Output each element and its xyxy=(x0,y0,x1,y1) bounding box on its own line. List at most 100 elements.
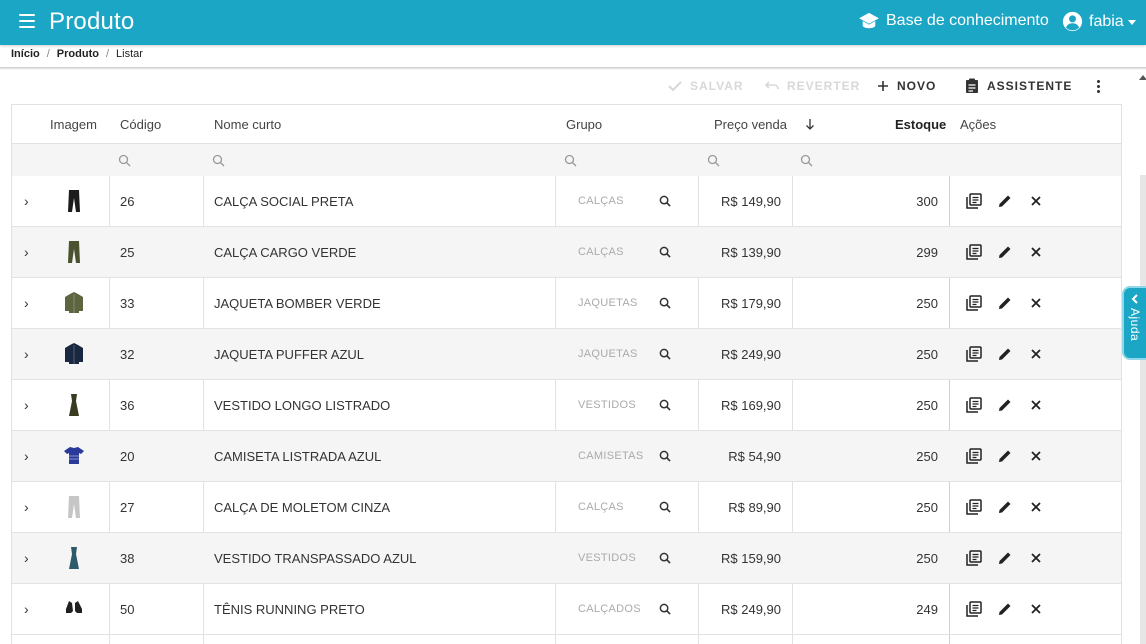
product-thumbnail-image xyxy=(64,533,84,583)
product-stock: 299 xyxy=(916,244,938,260)
column-header-group[interactable]: Grupo xyxy=(566,105,602,143)
product-thumbnail-image xyxy=(64,329,84,379)
delete-icon[interactable] xyxy=(1030,278,1042,328)
new-button[interactable]: NOVO xyxy=(877,76,936,96)
edit-icon[interactable] xyxy=(998,278,1012,328)
more-options-icon[interactable] xyxy=(1094,76,1102,96)
details-icon[interactable] xyxy=(966,176,982,226)
delete-icon[interactable] xyxy=(1030,176,1042,226)
group-lookup-search-icon[interactable] xyxy=(659,482,671,532)
sort-arrow-down-icon[interactable] xyxy=(805,105,815,143)
expand-row-chevron-icon[interactable]: › xyxy=(24,380,29,430)
expand-row-chevron-icon[interactable]: › xyxy=(24,176,29,226)
product-code: 33 xyxy=(120,295,135,311)
expand-row-chevron-icon[interactable]: › xyxy=(24,227,29,277)
edit-icon[interactable] xyxy=(998,533,1012,583)
scroll-up-arrow-icon[interactable] xyxy=(1139,75,1146,80)
column-header-code[interactable]: Código xyxy=(120,105,161,143)
table-row[interactable]: › 27 CALÇA DE MOLETOM CINZA CALÇAS R$ 89… xyxy=(12,482,1121,533)
group-lookup-search-icon[interactable] xyxy=(659,176,671,226)
assistant-button[interactable]: ASSISTENTE xyxy=(965,76,1072,96)
filter-name-search-icon[interactable] xyxy=(212,144,225,176)
details-icon[interactable] xyxy=(966,227,982,277)
details-icon[interactable] xyxy=(966,278,982,328)
product-code: 27 xyxy=(120,499,135,515)
help-label: Ajuda xyxy=(1128,308,1142,342)
product-stock: 250 xyxy=(916,448,938,464)
help-tab[interactable]: Ajuda xyxy=(1124,288,1146,358)
table-row[interactable]: › 25 CALÇA CARGO VERDE CALÇAS R$ 139,90 … xyxy=(12,227,1121,278)
column-header-stock[interactable]: Estoque xyxy=(895,105,946,143)
expand-row-chevron-icon[interactable]: › xyxy=(24,584,29,634)
edit-icon[interactable] xyxy=(998,380,1012,430)
table-row[interactable]: › 36 VESTIDO LONGO LISTRADO VESTIDOS R$ … xyxy=(12,380,1121,431)
edit-icon[interactable] xyxy=(998,482,1012,532)
expand-row-chevron-icon[interactable]: › xyxy=(24,431,29,481)
menu-icon[interactable] xyxy=(19,14,35,28)
column-header-actions: Ações xyxy=(960,116,997,132)
edit-icon[interactable] xyxy=(998,227,1012,277)
edit-icon[interactable] xyxy=(998,176,1012,226)
breadcrumb-section[interactable]: Produto xyxy=(57,48,99,60)
product-name: JAQUETA PUFFER AZUL xyxy=(214,346,365,362)
delete-icon[interactable] xyxy=(1030,584,1042,634)
breadcrumb-home[interactable]: Início xyxy=(11,48,40,60)
column-header-name[interactable]: Nome curto xyxy=(214,105,281,143)
scrollbar[interactable] xyxy=(1140,175,1146,644)
edit-icon[interactable] xyxy=(998,431,1012,481)
details-icon[interactable] xyxy=(966,329,982,379)
expand-row-chevron-icon[interactable]: › xyxy=(24,482,29,532)
table-row[interactable]: › 50 TÊNIS RUNNING PRETO CALÇADOS R$ 249… xyxy=(12,584,1121,635)
product-code: 50 xyxy=(120,601,135,617)
product-group: VESTIDOS xyxy=(578,399,637,411)
delete-icon[interactable] xyxy=(1030,380,1042,430)
column-header-image[interactable]: Imagem xyxy=(50,105,97,143)
delete-icon[interactable] xyxy=(1030,329,1042,379)
product-group: JAQUETAS xyxy=(578,297,638,309)
details-icon[interactable] xyxy=(966,482,982,532)
group-lookup-search-icon[interactable] xyxy=(659,380,671,430)
product-group: CALÇAS xyxy=(578,246,624,258)
group-lookup-search-icon[interactable] xyxy=(659,584,671,634)
details-icon[interactable] xyxy=(966,533,982,583)
group-lookup-search-icon[interactable] xyxy=(659,227,671,277)
delete-icon[interactable] xyxy=(1030,227,1042,277)
product-price: R$ 54,90 xyxy=(728,448,781,464)
delete-icon[interactable] xyxy=(1030,482,1042,532)
delete-icon[interactable] xyxy=(1030,533,1042,583)
plus-icon xyxy=(878,81,888,91)
save-button[interactable]: SALVAR xyxy=(668,76,744,96)
group-lookup-search-icon[interactable] xyxy=(659,533,671,583)
product-price: R$ 249,90 xyxy=(721,601,781,617)
expand-row-chevron-icon[interactable]: › xyxy=(24,278,29,328)
group-lookup-search-icon[interactable] xyxy=(659,431,671,481)
product-thumbnail-image xyxy=(64,380,84,430)
table-row[interactable]: › 20 CAMISETA LISTRADA AZUL CAMISETAS R$… xyxy=(12,431,1121,482)
check-icon xyxy=(668,81,682,92)
details-icon[interactable] xyxy=(966,380,982,430)
filter-code-search-icon[interactable] xyxy=(118,144,131,176)
expand-row-chevron-icon[interactable]: › xyxy=(24,329,29,379)
user-menu[interactable]: fabia xyxy=(1062,11,1136,32)
group-lookup-search-icon[interactable] xyxy=(659,329,671,379)
expand-row-chevron-icon[interactable]: › xyxy=(24,533,29,583)
product-thumbnail-image xyxy=(64,176,84,226)
edit-icon[interactable] xyxy=(998,329,1012,379)
filter-group-search-icon[interactable] xyxy=(564,144,577,176)
edit-icon[interactable] xyxy=(998,584,1012,634)
table-row[interactable]: › 38 VESTIDO TRANSPASSADO AZUL VESTIDOS … xyxy=(12,533,1121,584)
table-row[interactable]: › 26 CALÇA SOCIAL PRETA CALÇAS R$ 149,90… xyxy=(12,176,1121,227)
group-lookup-search-icon[interactable] xyxy=(659,278,671,328)
revert-button[interactable]: REVERTER xyxy=(765,76,860,96)
product-code: 32 xyxy=(120,346,135,362)
table-row[interactable]: › 32 JAQUETA PUFFER AZUL JAQUETAS R$ 249… xyxy=(12,329,1121,380)
details-icon[interactable] xyxy=(966,584,982,634)
filter-stock-search-icon[interactable] xyxy=(800,144,813,176)
details-icon[interactable] xyxy=(966,431,982,481)
delete-icon[interactable] xyxy=(1030,431,1042,481)
knowledge-base-link[interactable]: Base de conhecimento xyxy=(858,12,1049,30)
product-name: VESTIDO LONGO LISTRADO xyxy=(214,397,391,413)
column-header-price[interactable]: Preço venda xyxy=(714,105,787,143)
filter-price-search-icon[interactable] xyxy=(707,144,720,176)
table-row[interactable]: › 33 JAQUETA BOMBER VERDE JAQUETAS R$ 17… xyxy=(12,278,1121,329)
